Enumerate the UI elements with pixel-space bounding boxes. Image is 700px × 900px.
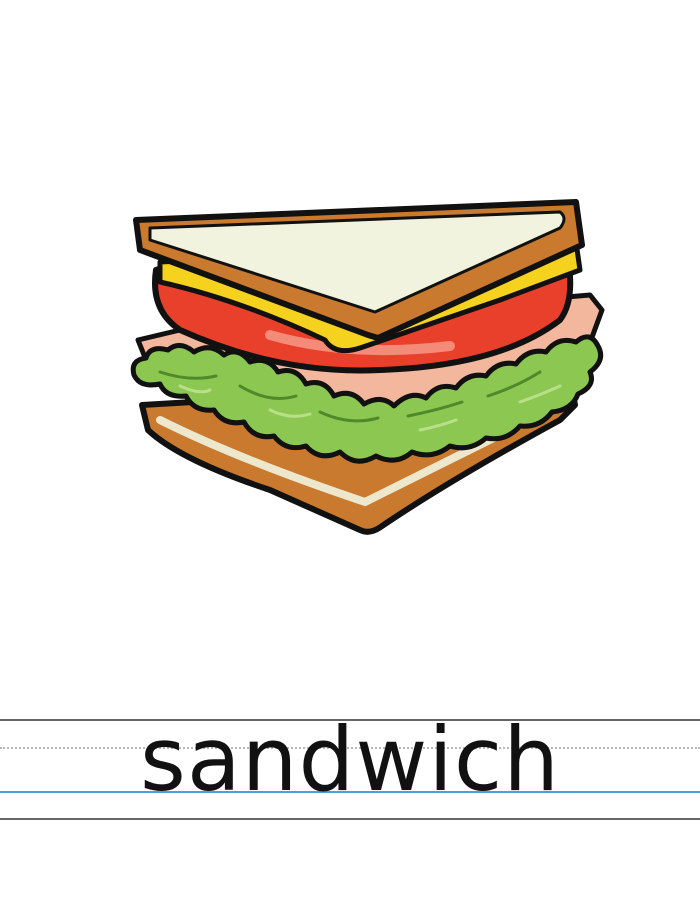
bottom-guide-line (0, 818, 700, 820)
handwriting-guide: sandwich (0, 700, 700, 840)
word-label: sandwich (140, 708, 560, 811)
sandwich-illustration (130, 199, 605, 535)
flashcard: sandwich (0, 0, 700, 900)
